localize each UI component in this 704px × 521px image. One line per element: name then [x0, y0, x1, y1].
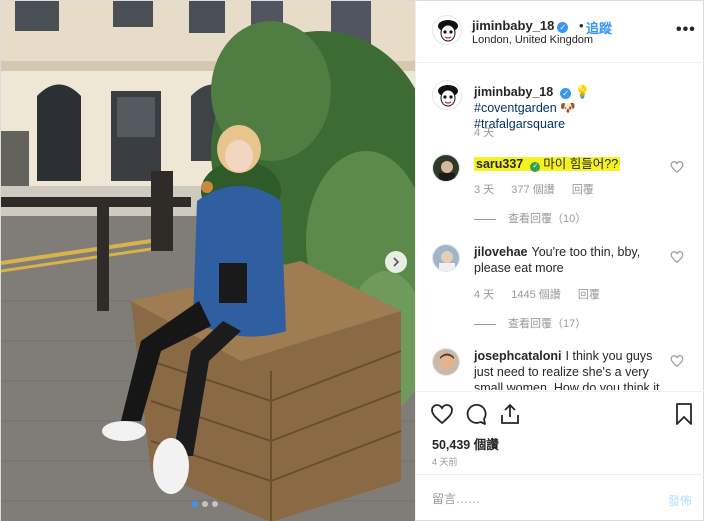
avatar[interactable] [432, 80, 462, 110]
lightbulb-emoji: 💡 [574, 85, 591, 99]
add-comment-bar: 發佈 [416, 474, 704, 521]
check-icon: ✓ [530, 162, 541, 172]
cartoon-avatar-icon [433, 81, 461, 109]
comment-time[interactable]: 3 天 [474, 184, 494, 196]
caption-meta: 4 天 [474, 124, 508, 140]
comment-input[interactable] [432, 489, 632, 509]
comment-text: josephcataloni I think you guys just need… [474, 348, 670, 390]
verified-icon: ✓ [560, 88, 572, 99]
avatar[interactable] [432, 348, 460, 376]
heart-icon[interactable] [670, 250, 684, 264]
post-dialog: jiminbaby_18 ✓ • 追蹤 London, United Kingdo… [0, 0, 704, 521]
comment-text: jilovehae You're too thin, bby, please ea… [474, 244, 670, 276]
post-time[interactable]: 4 天前 [432, 455, 458, 468]
user-photo-icon [433, 349, 459, 375]
post-photo[interactable] [1, 1, 415, 521]
caption-time[interactable]: 4 天 [474, 127, 494, 139]
comment-time[interactable]: 4 天 [474, 289, 494, 301]
user-photo-icon [433, 245, 459, 271]
carousel-dot-active [192, 501, 198, 507]
photo-image [1, 1, 415, 521]
avatar[interactable] [432, 154, 460, 182]
reply-button[interactable]: 回覆 [578, 289, 600, 301]
caption-author[interactable]: jiminbaby_18 [474, 85, 553, 99]
likes-count[interactable]: 50,439 個讚 [432, 434, 499, 453]
post-location[interactable]: London, United Kingdom [472, 34, 593, 46]
carousel-dot [202, 501, 208, 507]
bookmark-icon[interactable] [672, 402, 696, 426]
comment-likes[interactable]: 377 個讚 [511, 184, 554, 196]
reply-button[interactable]: 回覆 [572, 184, 594, 196]
cartoon-emoji: 🐶 [560, 101, 576, 115]
carousel-dot [212, 501, 218, 507]
post-header: jiminbaby_18 ✓ • 追蹤 London, United Kingdo… [416, 1, 704, 63]
comment-author[interactable]: jilovehae [474, 245, 528, 259]
comment-author[interactable]: josephcataloni [474, 349, 562, 363]
post-side-panel: jiminbaby_18 ✓ • 追蹤 London, United Kingdo… [415, 1, 704, 521]
heart-icon[interactable] [670, 354, 684, 368]
view-replies-button[interactable]: 查看回覆（10） [474, 210, 586, 226]
comment-likes[interactable]: 1445 個讚 [511, 289, 561, 301]
divider [474, 218, 496, 220]
post-comment-button[interactable]: 發佈 [668, 492, 692, 509]
comment-meta: 4 天 1445 個讚 回覆 [474, 286, 614, 302]
avatar[interactable] [432, 244, 460, 272]
comments-list[interactable]: jiminbaby_18 ✓ 💡#coventgarden 🐶 #trafalga… [416, 64, 704, 390]
cartoon-avatar-icon [433, 16, 461, 44]
post-author[interactable]: jiminbaby_18 ✓ [472, 18, 569, 33]
comment-author[interactable]: saru337 [476, 157, 523, 171]
user-photo-icon [433, 155, 459, 181]
heart-icon[interactable] [430, 402, 454, 426]
next-arrow-icon [393, 257, 400, 267]
avatar[interactable] [432, 15, 462, 45]
more-options-icon[interactable]: ••• [676, 21, 696, 39]
divider [474, 323, 496, 325]
carousel-dots [192, 501, 218, 507]
post-author-name[interactable]: jiminbaby_18 [472, 18, 554, 33]
comment-icon[interactable] [464, 402, 488, 426]
comment-content: 마이 힘들어?? [543, 157, 619, 171]
view-replies-label[interactable]: 查看回覆（17） [508, 318, 586, 330]
post-actions: 50,439 個讚 4 天前 發佈 [416, 391, 704, 521]
hashtag-link[interactable]: #coventgarden [474, 101, 557, 115]
view-replies-button[interactable]: 查看回覆（17） [474, 315, 586, 331]
comment-text: saru337 ✓ 마이 힘들어?? [474, 156, 670, 172]
highlighted-comment: saru337 ✓ 마이 힘들어?? [474, 157, 621, 172]
next-photo-button[interactable] [385, 251, 407, 273]
verified-icon: ✓ [557, 22, 569, 33]
heart-icon[interactable] [670, 160, 684, 174]
separator-dot: • [579, 18, 584, 33]
share-icon[interactable] [498, 402, 522, 426]
comment-meta: 3 天 377 個讚 回覆 [474, 181, 608, 197]
view-replies-label[interactable]: 查看回覆（10） [508, 213, 586, 225]
